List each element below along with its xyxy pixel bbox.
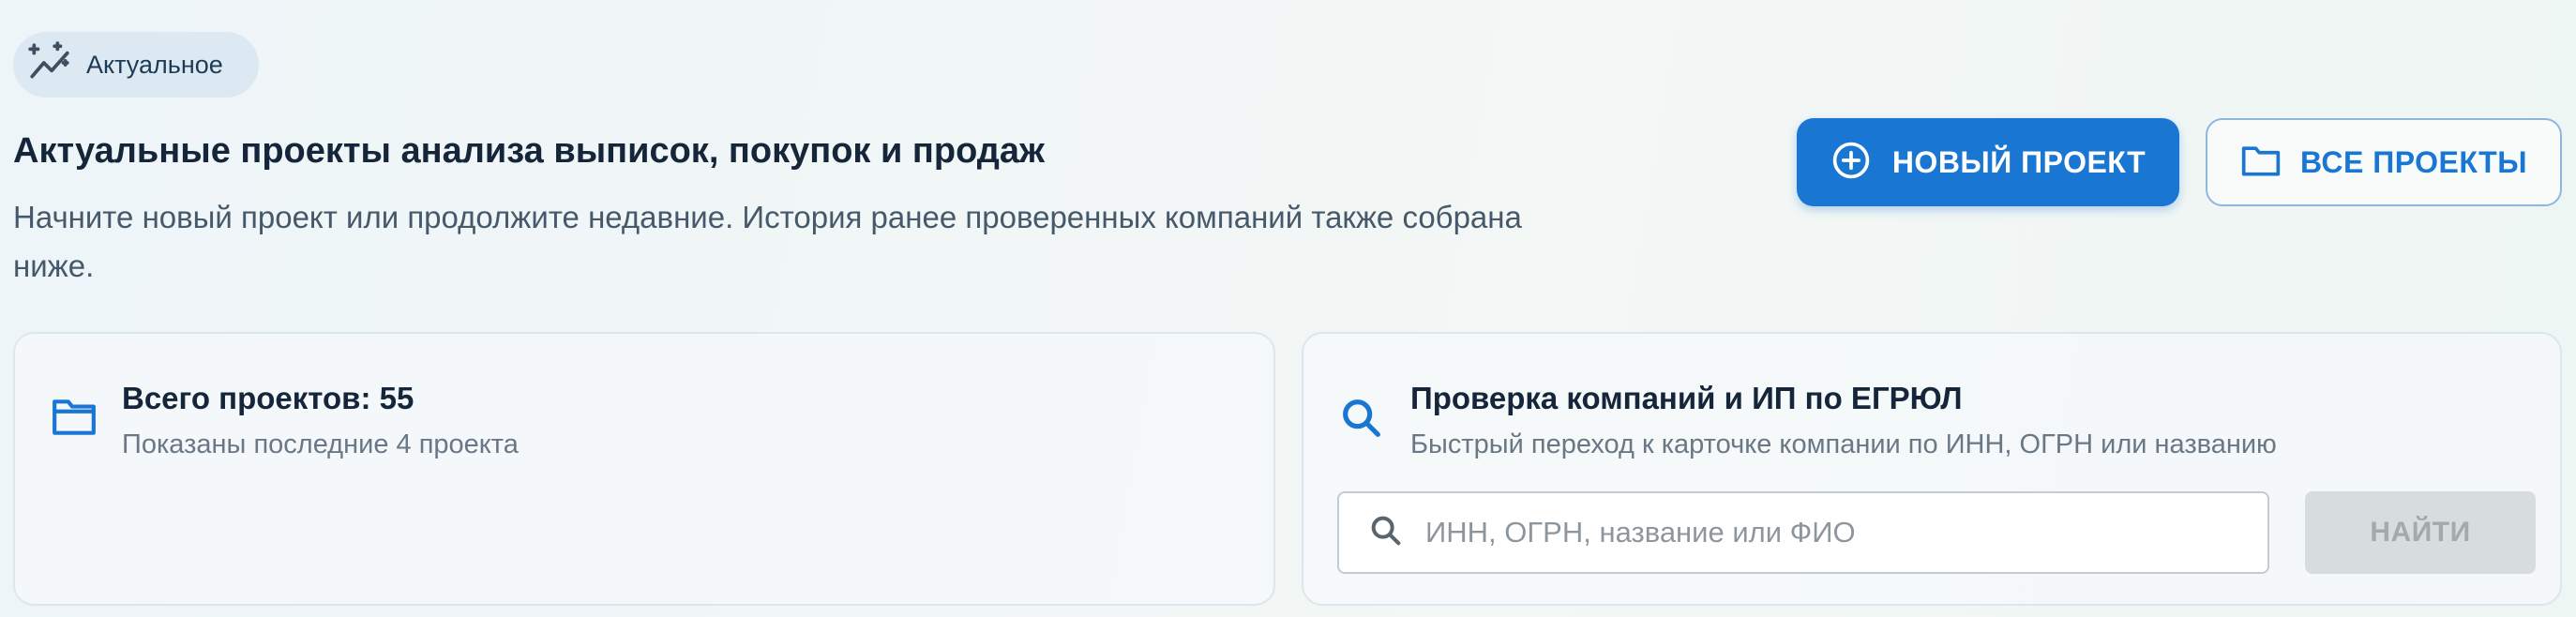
chip-label: Актуальное (86, 50, 223, 79)
projects-summary-card: Всего проектов: 55 Показаны последние 4 … (13, 332, 1275, 606)
find-button[interactable]: НАЙТИ (2305, 491, 2536, 574)
egrul-title: Проверка компаний и ИП по ЕГРЮЛ (1410, 381, 1963, 415)
folder-icon (51, 396, 98, 443)
search-icon (1337, 394, 1386, 443)
current-chip: Актуальное (13, 32, 259, 98)
new-project-label: НОВЫЙ ПРОЕКТ (1891, 144, 2147, 179)
search-icon (1367, 512, 1405, 554)
projects-shown-note: Показаны последние 4 проекта (122, 429, 519, 459)
projects-count: Всего проектов: 55 (122, 381, 414, 415)
company-search-field[interactable] (1337, 491, 2269, 574)
page-subtitle: Начните новый проект или продолжите неда… (13, 200, 1522, 283)
page-title: Актуальные проекты анализа выписок, поку… (13, 131, 1045, 171)
company-search-input[interactable] (1425, 516, 2232, 549)
egrul-check-card: Проверка компаний и ИП по ЕГРЮЛ Быстрый … (1302, 332, 2562, 606)
all-projects-label: ВСЕ ПРОЕКТЫ (2299, 144, 2528, 179)
add-circle-icon (1830, 140, 1872, 186)
egrul-subtitle: Быстрый переход к карточке компании по И… (1410, 429, 2277, 459)
new-project-button[interactable]: НОВЫЙ ПРОЕКТ (1797, 118, 2179, 206)
sparkle-trend-icon (26, 39, 73, 91)
all-projects-button[interactable]: ВСЕ ПРОЕКТЫ (2206, 118, 2562, 206)
folder-icon (2240, 143, 2282, 183)
